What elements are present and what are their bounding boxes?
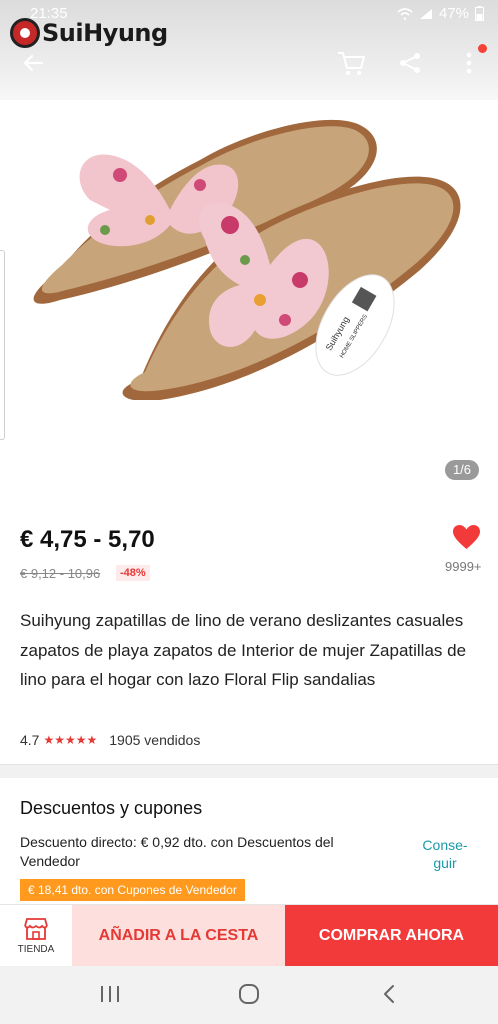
discount-badge: -48%: [116, 565, 150, 581]
more-vert-icon: [466, 52, 472, 74]
gallery-page-indicator: 1/6: [445, 460, 479, 480]
store-button[interactable]: TIENDA: [0, 905, 72, 967]
notification-dot: [478, 44, 487, 53]
wifi-icon: [397, 7, 413, 20]
nav-back-button[interactable]: [380, 983, 400, 1010]
wishlist-count: 9999+: [445, 559, 482, 574]
store-icon: [24, 918, 48, 940]
direct-discount-text: Descuento directo: € 0,92 dto. con Descu…: [20, 834, 334, 869]
product-image: Suihyung HOME SLIPPERS: [33, 119, 461, 400]
cart-icon: [338, 52, 365, 75]
nav-back-icon: [384, 985, 394, 1003]
product-title: Suihyung zapatillas de lino de verano de…: [20, 611, 467, 689]
back-arrow-icon: [23, 54, 44, 72]
battery-level: 47%: [438, 5, 469, 22]
coupons-section-title: Descuentos y cupones: [20, 798, 203, 818]
brand-mark-icon: [10, 18, 40, 48]
cart-button[interactable]: [334, 46, 368, 80]
seller-coupon-tag[interactable]: € 18,41 dto. con Cupones de Vendedor: [20, 879, 245, 901]
drawer-handle[interactable]: [0, 250, 5, 440]
store-label: TIENDA: [17, 944, 55, 955]
status-icons: 47%: [397, 5, 484, 22]
back-button[interactable]: [16, 46, 50, 80]
share-icon: [400, 53, 420, 73]
nav-recent-button[interactable]: [98, 984, 122, 1009]
share-button[interactable]: [393, 46, 427, 80]
get-coupon-link[interactable]: Conse-guir: [417, 836, 473, 872]
nav-recent-icon: [101, 986, 119, 1002]
wishlist-button[interactable]: [452, 524, 481, 555]
action-bar: TIENDA AÑADIR A LA CESTA COMPRAR AHORA: [0, 904, 498, 967]
section-divider: [0, 764, 498, 778]
brand-logo: SuiHyung: [10, 18, 168, 48]
battery-icon: [475, 6, 484, 21]
product-price: € 4,75 - 5,70: [20, 526, 155, 553]
heart-icon: [453, 525, 480, 549]
rating-stars: ★★★★★: [43, 733, 98, 747]
original-price: € 9,12 - 10,96: [20, 566, 101, 581]
rating-row[interactable]: 4.7 ★★★★★ 1905 vendidos: [20, 732, 200, 748]
sold-count: 1905 vendidos: [109, 732, 201, 748]
rating-value: 4.7: [20, 732, 40, 748]
signal-icon: [419, 8, 432, 19]
nav-home-icon: [239, 984, 259, 1004]
brand-name: SuiHyung: [42, 19, 168, 47]
system-nav-bar: [0, 966, 498, 1024]
buy-now-button[interactable]: COMPRAR AHORA: [285, 905, 498, 967]
nav-home-button[interactable]: [238, 983, 260, 1010]
add-to-cart-button[interactable]: AÑADIR A LA CESTA: [72, 905, 285, 967]
